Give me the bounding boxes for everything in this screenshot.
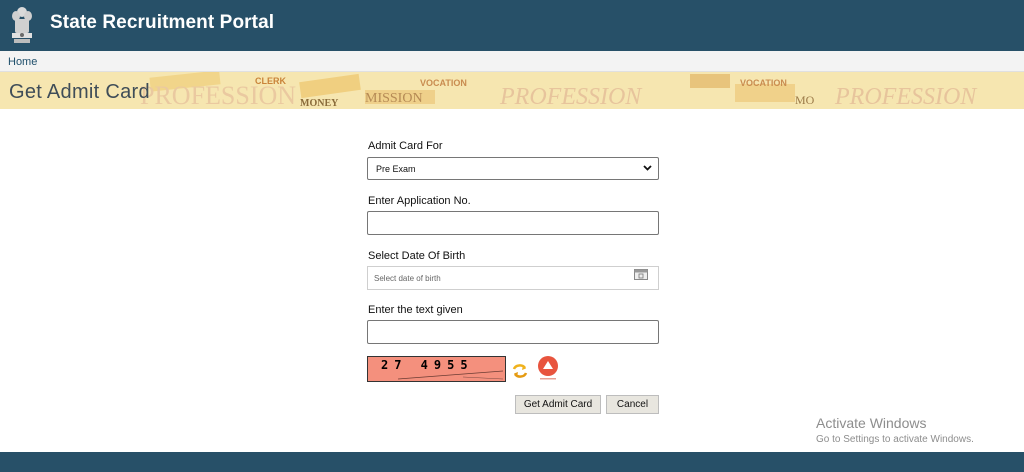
calendar-icon[interactable]: [634, 269, 648, 280]
banner-word: PROFESSION: [834, 84, 978, 109]
breadcrumb: Home: [0, 51, 1024, 72]
admit-card-for-label: Admit Card For: [368, 140, 443, 152]
banner-word: PROFESSION: [499, 84, 643, 109]
application-no-label: Enter Application No.: [368, 195, 471, 207]
captcha-label: Enter the text given: [368, 304, 463, 316]
dob-placeholder: Select date of birth: [374, 274, 441, 283]
cancel-button[interactable]: Cancel: [606, 395, 659, 414]
refresh-icon[interactable]: [512, 363, 528, 379]
banner-background-pattern: PROFESSION CLERK MONEY MISSION VOCATION …: [0, 72, 1024, 109]
admit-card-for-value: Pre Exam: [376, 164, 416, 174]
audio-captcha-icon[interactable]: [537, 356, 559, 382]
application-no-input[interactable]: [367, 211, 659, 235]
captcha-image: 27 4955: [367, 356, 506, 382]
watermark-title: Activate Windows: [816, 415, 927, 431]
footer-bar: [0, 452, 1024, 472]
page-banner: PROFESSION CLERK MONEY MISSION VOCATION …: [0, 72, 1024, 109]
watermark-subtitle: Go to Settings to activate Windows.: [816, 434, 974, 445]
captcha-noise-line: [397, 370, 504, 380]
banner-word: VOCATION: [740, 78, 787, 88]
banner-word: MISSION: [365, 91, 423, 106]
banner-word: MONEY: [300, 98, 339, 109]
top-header-bar: State Recruitment Portal: [0, 0, 1024, 51]
portal-title: State Recruitment Portal: [50, 12, 275, 33]
dob-label: Select Date Of Birth: [368, 250, 466, 262]
breadcrumb-home-link[interactable]: Home: [8, 56, 37, 68]
get-admit-card-button[interactable]: Get Admit Card: [515, 395, 601, 414]
state-emblem-icon: [12, 7, 32, 43]
windows-activation-watermark: Activate Windows Go to Settings to activ…: [816, 415, 974, 445]
admit-card-for-select[interactable]: Pre Exam: [367, 157, 659, 180]
banner-word: MO: [795, 93, 815, 107]
chevron-down-icon: [643, 165, 652, 171]
banner-word: VOCATION: [420, 78, 467, 88]
page-title: Get Admit Card: [9, 81, 150, 103]
dob-date-field[interactable]: Select date of birth: [367, 266, 659, 290]
captcha-input[interactable]: [367, 320, 659, 344]
banner-word: CLERK: [255, 76, 286, 86]
